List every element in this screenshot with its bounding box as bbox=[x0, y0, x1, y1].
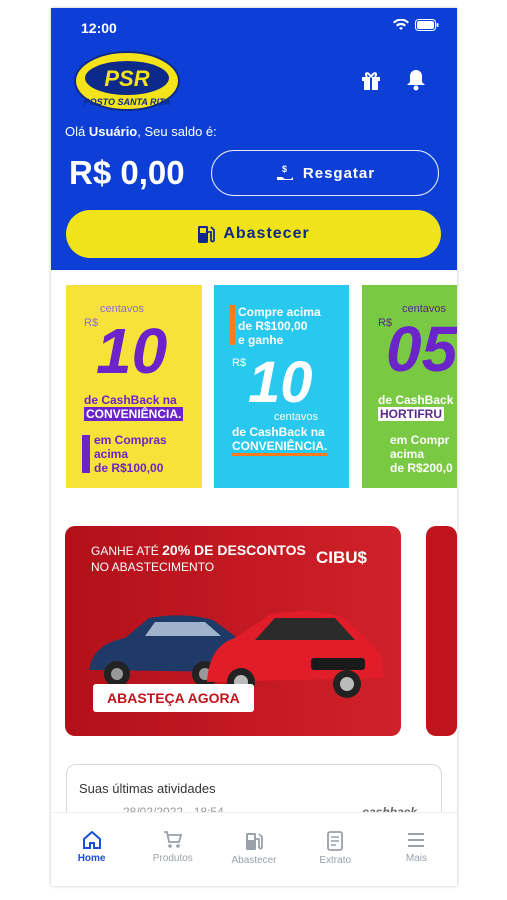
activity-title: Suas últimas atividades bbox=[79, 781, 216, 796]
promo-line5: de R$200,0 bbox=[390, 461, 453, 475]
promo-line4: de CashBack na bbox=[232, 425, 325, 439]
abastecer-label: Abastecer bbox=[223, 225, 310, 242]
resgatar-button[interactable]: $ Resgatar bbox=[211, 150, 439, 196]
header-actions bbox=[359, 68, 427, 92]
cart-icon bbox=[163, 831, 182, 848]
promo-accent-bar bbox=[82, 435, 90, 473]
promo-line2: HORTIFRU bbox=[378, 407, 444, 421]
promo-line3: em Compr bbox=[390, 433, 450, 447]
status-time: 12:00 bbox=[81, 20, 117, 36]
abastecer-button[interactable]: Abastecer bbox=[66, 210, 441, 258]
svg-text:$: $ bbox=[282, 164, 288, 174]
receipt-icon bbox=[327, 831, 344, 851]
fuel-pump-icon bbox=[198, 226, 216, 243]
bottom-tab-bar: Home Produtos Abastecer Extrato Mais bbox=[51, 812, 457, 886]
logo-name: POSTO SANTA RITA bbox=[84, 97, 171, 107]
tab-home[interactable]: Home bbox=[51, 813, 132, 886]
promo-currency: R$ bbox=[232, 357, 247, 369]
tab-abastecer[interactable]: Abastecer bbox=[213, 813, 294, 886]
promo-line1: Compre acima bbox=[238, 305, 321, 319]
tab-label: Mais bbox=[405, 853, 427, 864]
banner-line1-bold: 20% DE DESCONTOS bbox=[162, 542, 306, 558]
bell-icon[interactable] bbox=[405, 68, 427, 92]
cibus-logo: CIBU$ bbox=[315, 548, 367, 567]
promo-line3: em Compras bbox=[94, 433, 167, 447]
gift-icon[interactable] bbox=[359, 68, 383, 92]
promo-line3: e ganhe bbox=[238, 333, 284, 347]
tab-extrato[interactable]: Extrato bbox=[295, 813, 376, 886]
banner-line1: GANHE ATÉ 20% DE DESCONTOS bbox=[91, 542, 306, 558]
promo-value: 10 bbox=[96, 315, 168, 387]
promo-value: 05 bbox=[386, 313, 457, 385]
tab-label: Produtos bbox=[152, 853, 193, 864]
promo-card-conveniencia[interactable]: centavos R$ 10 de CashBack na CONVENIÊNC… bbox=[66, 285, 202, 488]
cars-illustration bbox=[89, 611, 384, 698]
promo-line2: CONVENIÊNCIA. bbox=[84, 407, 184, 421]
tab-label: Extrato bbox=[319, 855, 352, 866]
menu-icon bbox=[408, 833, 425, 847]
promo-line5: de R$100,00 bbox=[94, 461, 164, 475]
promo-line4: acima bbox=[94, 447, 129, 461]
battery-icon bbox=[415, 19, 439, 31]
promo-value: 10 bbox=[248, 350, 313, 415]
resgatar-label: Resgatar bbox=[302, 164, 376, 182]
banner-line1-prefix: GANHE ATÉ bbox=[91, 544, 163, 558]
fuel-pump-icon bbox=[246, 833, 263, 850]
promo-line1: de CashBack na bbox=[84, 393, 177, 407]
tab-mais[interactable]: Mais bbox=[376, 813, 457, 886]
abasteca-agora-button[interactable]: ABASTEÇA AGORA bbox=[93, 684, 254, 712]
promo-line2: de R$100,00 bbox=[238, 319, 308, 333]
promo-line5: CONVENIÊNCIA. bbox=[232, 439, 328, 456]
header: 12:00 PSR POSTO SANTA RITA Olá Usuário, … bbox=[51, 8, 457, 270]
hand-coin-icon: $ bbox=[276, 164, 293, 180]
promo-card-hortifruti[interactable]: centavos R$ 05 de CashBack HORTIFRU em C… bbox=[362, 285, 457, 488]
tab-label: Abastecer bbox=[231, 855, 277, 866]
logo-brand: PSR bbox=[104, 66, 149, 91]
banner-abastecimento[interactable]: GANHE ATÉ 20% DE DESCONTOS NO ABASTECIME… bbox=[65, 526, 401, 736]
promo-top: centavos bbox=[100, 303, 145, 315]
promo-card-compre-acima[interactable]: Compre acima de R$100,00 e ganhe R$ 10 c… bbox=[214, 285, 349, 488]
greeting: Olá Usuário, Seu saldo é: bbox=[65, 124, 217, 139]
tab-produtos[interactable]: Produtos bbox=[132, 813, 213, 886]
banner-line2: NO ABASTECIMENTO bbox=[91, 560, 215, 574]
promo-line4: acima bbox=[390, 447, 425, 461]
status-icons bbox=[393, 19, 439, 31]
app-screen: 12:00 PSR POSTO SANTA RITA Olá Usuário, … bbox=[51, 8, 457, 886]
user-name: Usuário bbox=[88, 124, 138, 139]
tab-label: Home bbox=[77, 853, 106, 864]
greeting-prefix: Olá bbox=[65, 124, 89, 139]
promo-line1: de CashBack bbox=[378, 393, 454, 407]
home-icon bbox=[82, 831, 101, 849]
promo-unit: centavos bbox=[274, 411, 319, 423]
balance-amount: R$ 0,00 bbox=[69, 154, 185, 191]
wifi-icon bbox=[393, 19, 409, 30]
banner-next-partial[interactable] bbox=[426, 526, 457, 736]
promo-accent-bar bbox=[230, 305, 235, 345]
psr-logo: PSR POSTO SANTA RITA bbox=[74, 51, 180, 111]
greeting-suffix: , Seu saldo é: bbox=[137, 124, 217, 139]
